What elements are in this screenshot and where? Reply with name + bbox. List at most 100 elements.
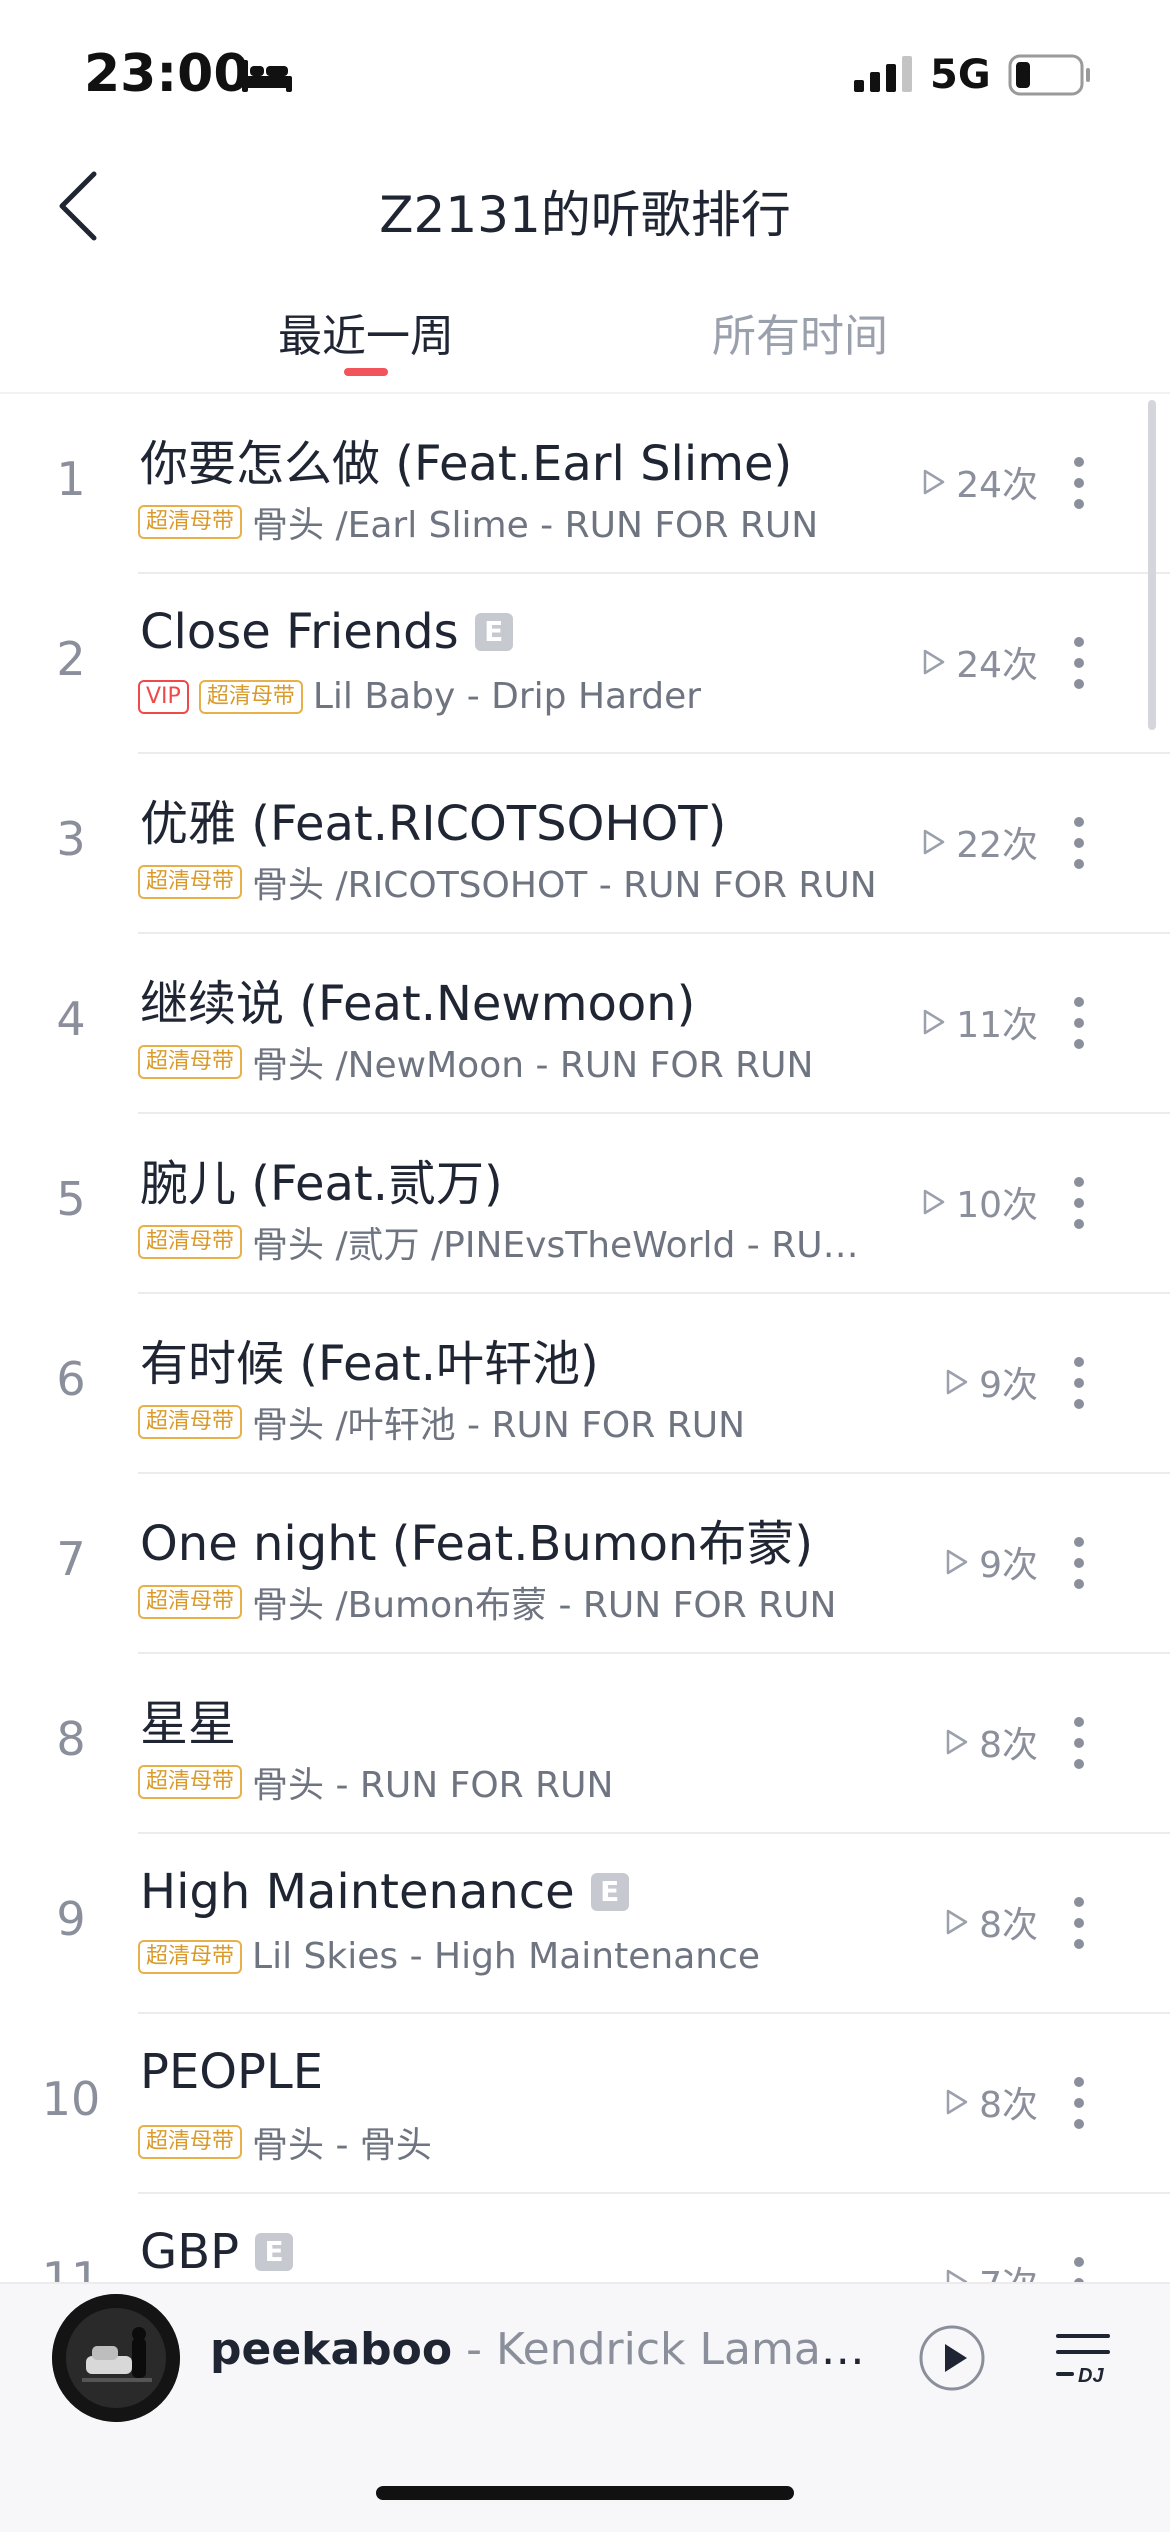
more-options-icon[interactable] <box>1066 634 1092 692</box>
song-artist-album: 骨头 /NewMoon - RUN FOR RUN <box>252 1045 814 1086</box>
play-count-text: 11次 <box>956 1005 1038 1046</box>
hq-master-tag: 超清母带 <box>138 2125 243 2159</box>
explicit-badge: E <box>590 1873 629 1911</box>
song-title: PEOPLE <box>140 2044 323 2100</box>
play-count-text: 24次 <box>956 465 1038 506</box>
more-options-icon[interactable] <box>1066 1534 1092 1592</box>
play-count-text: 9次 <box>979 1545 1038 1586</box>
song-rank: 6 <box>56 1352 86 1406</box>
more-options-icon[interactable] <box>1066 454 1092 512</box>
tab-recent-week[interactable]: 最近一周 <box>278 300 454 364</box>
song-title: 腕儿 (Feat.贰万) <box>140 1144 503 1214</box>
play-count: 8次 <box>945 2076 1038 2128</box>
song-title: 继续说 (Feat.Newmoon) <box>140 964 695 1034</box>
now-playing-artist: Kendrick Lamar/AzC... <box>495 2324 870 2375</box>
play-count-text: 10次 <box>956 1185 1038 1226</box>
song-artist-album: 骨头 /Earl Slime - RUN FOR RUN <box>252 505 819 546</box>
song-meta: 超清母带 骨头 - 骨头 <box>138 2116 432 2168</box>
vip-tag: VIP <box>138 679 189 714</box>
hq-master-tag: 超清母带 <box>138 1765 243 1799</box>
play-count: 24次 <box>922 636 1038 688</box>
song-row[interactable]: 8 星星 超清母带 骨头 - RUN FOR RUN 8次 <box>0 1654 1170 1834</box>
album-cover[interactable] <box>52 2294 180 2422</box>
song-rank: 10 <box>41 2072 101 2126</box>
hq-master-tag: 超清母带 <box>138 865 243 899</box>
play-outline-icon <box>923 469 945 495</box>
cellular-signal-icon <box>854 56 912 92</box>
song-rank: 11 <box>41 2252 101 2284</box>
song-rank: 4 <box>56 992 86 1046</box>
song-row[interactable]: 7 One night (Feat.Bumon布蒙) 超清母带 骨头 /Bumo… <box>0 1474 1170 1654</box>
song-row[interactable]: 10 PEOPLE 超清母带 骨头 - 骨头 8次 <box>0 2014 1170 2194</box>
song-row[interactable]: 1 你要怎么做 (Feat.Earl Slime) 超清母带 骨头 /Earl … <box>0 394 1170 574</box>
status-bar: 23:00 5G <box>0 0 1170 150</box>
play-outline-icon <box>923 1189 945 1215</box>
song-artist-album: 骨头 /Bumon布蒙 - RUN FOR RUN <box>252 1585 837 1626</box>
hq-master-tag: 超清母带 <box>138 1045 243 1079</box>
song-ranking-list[interactable]: 1 你要怎么做 (Feat.Earl Slime) 超清母带 骨头 /Earl … <box>0 394 1170 2284</box>
explicit-badge: E <box>474 613 513 651</box>
play-outline-icon <box>923 829 945 855</box>
play-outline-icon <box>946 2089 968 2115</box>
song-row[interactable]: 9 High Maintenance E 超清母带 Lil Skies - Hig… <box>0 1834 1170 2014</box>
song-rank: 7 <box>56 1532 86 1586</box>
play-count: 8次 <box>945 1896 1038 1948</box>
song-title: GBP E <box>140 2224 294 2280</box>
play-count: 7次 <box>945 2256 1038 2284</box>
home-indicator[interactable] <box>376 2486 794 2500</box>
play-count-text: 8次 <box>979 1905 1038 1946</box>
scrollbar[interactable] <box>1148 400 1156 730</box>
song-meta: 超清母带 骨头 /RICOTSOHOT - RUN FOR RUN <box>138 856 877 908</box>
more-options-icon[interactable] <box>1066 1354 1092 1412</box>
song-meta: 超清母带 Lil Skies - High Maintenance <box>138 1936 760 1977</box>
song-title-text: High Maintenance <box>140 1864 575 1920</box>
song-title: 有时候 (Feat.叶轩池) <box>140 1324 599 1394</box>
song-artist-album: Lil Skies - High Maintenance <box>252 1936 761 1977</box>
song-rank: 5 <box>56 1172 86 1226</box>
song-rank: 1 <box>56 452 86 506</box>
explicit-badge: E <box>255 2233 294 2271</box>
hq-master-tag: 超清母带 <box>138 505 243 539</box>
song-title-text: One night (Feat.Bumon布蒙) <box>140 1516 814 1572</box>
song-title-text: PEOPLE <box>140 2044 324 2100</box>
more-options-icon[interactable] <box>1066 2254 1092 2284</box>
sleep-mode-icon <box>242 60 292 92</box>
play-count: 9次 <box>945 1356 1038 1408</box>
play-count-text: 24次 <box>956 645 1038 686</box>
song-artist-album: 骨头 /贰万 /PINEvsTheWorld - RUN F... <box>252 1225 883 1266</box>
more-options-icon[interactable] <box>1066 994 1092 1052</box>
playlist-dj-button[interactable]: DJ <box>1052 2328 1114 2392</box>
song-meta: 超清母带 骨头 /叶轩池 - RUN FOR RUN <box>138 1396 745 1448</box>
more-options-icon[interactable] <box>1066 2074 1092 2132</box>
more-options-icon[interactable] <box>1066 1714 1092 1772</box>
song-row[interactable]: 3 优雅 (Feat.RICOTSOHOT) 超清母带 骨头 /RICOTSOH… <box>0 754 1170 934</box>
play-button[interactable] <box>918 2324 986 2392</box>
song-meta: 超清母带 骨头 - RUN FOR RUN <box>138 1756 613 1808</box>
dj-label: DJ <box>1078 2365 1104 2387</box>
now-playing-separator: - <box>452 2324 496 2375</box>
play-outline-icon <box>923 1009 945 1035</box>
play-outline-icon <box>923 649 945 675</box>
song-row[interactable]: 5 腕儿 (Feat.贰万) 超清母带 骨头 /贰万 /PINEvsTheWor… <box>0 1114 1170 1294</box>
more-options-icon[interactable] <box>1066 1894 1092 1952</box>
song-title: Close Friends E <box>140 604 513 660</box>
song-row[interactable]: 2 Close Friends E VIP 超清母带 Lil Baby - Dri… <box>0 574 1170 754</box>
song-meta: 超清母带 骨头 /Bumon布蒙 - RUN FOR RUN <box>138 1576 836 1628</box>
song-rank: 8 <box>56 1712 86 1766</box>
more-options-icon[interactable] <box>1066 1174 1092 1232</box>
tab-all-time[interactable]: 所有时间 <box>712 300 888 364</box>
play-outline-icon <box>946 1729 968 1755</box>
song-rank: 9 <box>56 1892 86 1946</box>
now-playing-title: peekaboo <box>210 2324 453 2375</box>
more-options-icon[interactable] <box>1066 814 1092 872</box>
now-playing-text[interactable]: peekaboo - Kendrick Lamar/AzC... <box>210 2324 870 2375</box>
song-title: 星星 <box>140 1684 236 1754</box>
play-count-text: 8次 <box>979 2085 1038 2126</box>
song-row[interactable]: 4 继续说 (Feat.Newmoon) 超清母带 骨头 /NewMoon - … <box>0 934 1170 1114</box>
song-row[interactable]: 6 有时候 (Feat.叶轩池) 超清母带 骨头 /叶轩池 - RUN FOR … <box>0 1294 1170 1474</box>
song-row[interactable]: 11 GBP E 7次 <box>0 2194 1170 2284</box>
screen: 23:00 5G Z2131的听歌排行 最近一周 所有时间 1 你要怎么做 (F… <box>0 0 1170 2532</box>
play-count-text: 9次 <box>979 1365 1038 1406</box>
play-count-text: 8次 <box>979 1725 1038 1766</box>
song-meta: VIP 超清母带 Lil Baby - Drip Harder <box>138 676 701 717</box>
